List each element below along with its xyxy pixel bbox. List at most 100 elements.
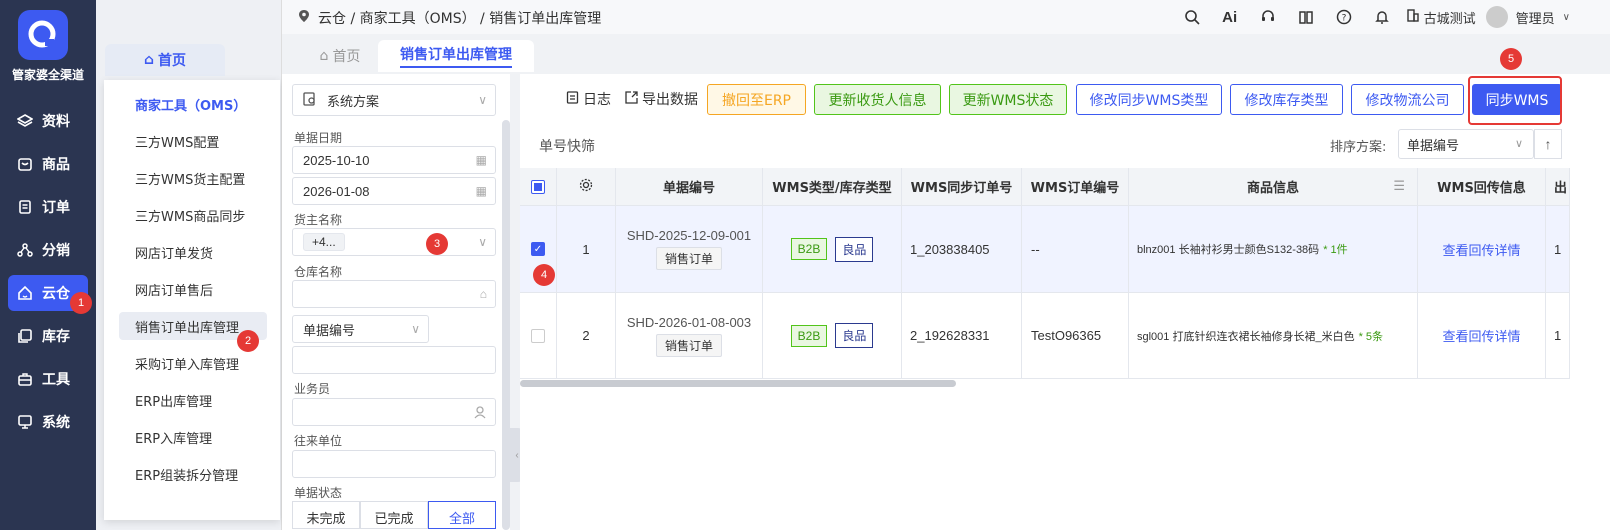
step-marker: 5 <box>1500 48 1522 70</box>
wms-no-cell: TestO96365 <box>1022 293 1129 379</box>
update-consignee-button[interactable]: 更新收货人信息 <box>814 84 941 115</box>
doc-no: SHD-2026-01-08-003 <box>626 314 752 330</box>
filter-scheme-select[interactable]: 系统方案 ∨ <box>292 84 496 116</box>
view-feedback-link[interactable]: 查看回传详情 <box>1442 240 1520 259</box>
tab-home[interactable]: ⌂ 首页 <box>300 40 380 72</box>
col-wms-order-no[interactable]: WMS订单编号 <box>1022 168 1129 206</box>
col-wms-type[interactable]: WMS类型/库存类型 <box>763 168 902 206</box>
col-wms-sync-no[interactable]: WMS同步订单号 <box>902 168 1022 206</box>
nav-item-distribution[interactable]: 分销 <box>8 232 88 268</box>
export-link[interactable]: 导出数据 <box>625 89 698 109</box>
user-menu[interactable]: 管理员 ∨ <box>1476 6 1570 28</box>
col-out[interactable]: 出 <box>1546 168 1570 206</box>
status-option-unfinished[interactable]: 未完成 <box>292 501 360 529</box>
header-select-all[interactable] <box>520 168 557 206</box>
store-switch[interactable]: 古城测试 <box>1406 8 1476 27</box>
submenu-item-wms-goods[interactable]: 三方WMS商品同步 <box>119 201 267 229</box>
select-all-checkbox[interactable] <box>531 179 545 194</box>
submenu-item-shop-ship[interactable]: 网店订单发货 <box>119 238 267 266</box>
nav-item-system[interactable]: 系统 <box>8 404 88 440</box>
help-icon[interactable]: ? <box>1332 5 1356 29</box>
col-doc-no[interactable]: 单据编号 <box>616 168 763 206</box>
filter-scrollbar[interactable] <box>502 120 510 530</box>
bell-icon[interactable] <box>1370 5 1394 29</box>
date-from-input[interactable]: 2025-10-10 ▦ <box>292 146 496 174</box>
row-index: 1 <box>557 206 616 293</box>
submenu-home-tab[interactable]: ⌂ 首页 <box>105 44 225 76</box>
nav-item-data[interactable]: 资料 <box>8 103 88 139</box>
stack-icon <box>16 327 34 345</box>
col-goods-info[interactable]: 商品信息 ☰ <box>1129 168 1418 206</box>
log-link[interactable]: 日志 <box>566 89 611 109</box>
goods-qty: * 5条 <box>1358 330 1384 343</box>
tab-sales-outbound[interactable]: 销售订单出库管理 <box>378 40 534 72</box>
doc-no-input[interactable] <box>292 346 496 374</box>
monitor-icon <box>16 413 34 431</box>
arrow-up-icon: ↑ <box>1544 136 1552 152</box>
goods-qty: * 1件 <box>1323 244 1348 256</box>
step-marker: 4 <box>533 264 555 286</box>
row-checkbox[interactable] <box>531 328 545 343</box>
status-option-finished[interactable]: 已完成 <box>360 501 428 529</box>
view-feedback-link[interactable]: 查看回传详情 <box>1442 326 1520 345</box>
submenu-item-wms-owner[interactable]: 三方WMS货主配置 <box>119 164 267 192</box>
doc-no-cell[interactable]: SHD-2025-12-09-001 销售订单 <box>616 206 763 293</box>
sort-select[interactable]: 单据编号 ∨ <box>1398 129 1534 159</box>
revert-erp-button[interactable]: 撤回至ERP <box>707 84 806 115</box>
staff-select[interactable] <box>292 398 496 426</box>
doc-field-select[interactable]: 单据编号 ∨ <box>292 315 429 343</box>
nav-item-goods[interactable]: 商品 <box>8 146 88 182</box>
submenu-item-erp-assembly[interactable]: ERP组装拆分管理 <box>119 460 267 488</box>
nav-label: 云仓 <box>42 286 70 302</box>
book-icon[interactable] <box>1294 5 1318 29</box>
status-option-all[interactable]: 全部 <box>428 501 496 529</box>
owner-label: 货主名称 <box>294 213 343 227</box>
submenu-item-erp-outbound[interactable]: ERP出库管理 <box>119 386 267 414</box>
wms-type-badge: B2B <box>790 324 828 347</box>
goods-cell: sgl001 打底针织连衣裙长袖修身长裙_米白色 * 5条 <box>1129 293 1418 379</box>
column-settings[interactable] <box>557 168 616 206</box>
nav-label: 库存 <box>42 329 70 345</box>
row-checkbox-cell[interactable] <box>520 293 557 379</box>
location-pin-icon <box>298 9 310 27</box>
submenu-item-wms-config[interactable]: 三方WMS配置 <box>119 127 267 155</box>
modify-stock-type-button[interactable]: 修改库存类型 <box>1230 84 1343 115</box>
submenu-item-erp-inbound[interactable]: ERP入库管理 <box>119 423 267 451</box>
export-icon <box>625 90 638 108</box>
export-label: 导出数据 <box>642 92 698 108</box>
clipboard-icon <box>566 90 579 108</box>
staff-label: 业务员 <box>294 382 331 396</box>
sync-no-cell: 1_203838405 <box>902 206 1022 293</box>
doc-no-cell[interactable]: SHD-2026-01-08-003 销售订单 <box>616 293 763 379</box>
gear-icon <box>579 178 593 196</box>
modify-logistics-button[interactable]: 修改物流公司 <box>1351 84 1464 115</box>
nav-item-orders[interactable]: 订单 <box>8 189 88 225</box>
headset-icon[interactable] <box>1256 5 1280 29</box>
search-icon[interactable] <box>1180 5 1204 29</box>
submenu-item-purchase-inbound[interactable]: 采购订单入库管理 <box>119 349 267 377</box>
date-to-input[interactable]: 2026-01-08 ▦ <box>292 177 496 205</box>
nav-item-inventory[interactable]: 库存 <box>8 318 88 354</box>
partner-input[interactable] <box>292 450 496 478</box>
ai-icon[interactable]: Ai <box>1218 5 1242 29</box>
col-wms-feedback[interactable]: WMS回传信息 <box>1418 168 1546 206</box>
submenu-item-oms[interactable]: 商家工具（OMS） <box>119 90 267 118</box>
submenu-item-shop-aftersale[interactable]: 网店订单售后 <box>119 275 267 303</box>
step-marker: 1 <box>70 292 92 314</box>
table-horizontal-scrollbar[interactable] <box>520 380 956 387</box>
update-wms-status-button[interactable]: 更新WMS状态 <box>949 84 1067 115</box>
modify-sync-wms-type-button[interactable]: 修改同步WMS类型 <box>1076 84 1222 115</box>
wms-type-cell: B2B 良品 <box>763 293 902 379</box>
sort-direction-button[interactable]: ↑ <box>1534 129 1562 159</box>
menu-icon[interactable]: ☰ <box>1393 179 1405 194</box>
row-checkbox[interactable]: ✓ <box>531 242 545 256</box>
layers-icon <box>16 112 34 130</box>
owner-select[interactable]: +4... ∨ <box>292 228 496 256</box>
nav-item-tools[interactable]: 工具 <box>8 361 88 397</box>
breadcrumb-text: 云仓 / 商家工具（OMS） / 销售订单出库管理 <box>318 11 602 27</box>
wms-type-cell: B2B 良品 <box>763 206 902 293</box>
highlight-box <box>1468 76 1562 125</box>
quick-filter-label[interactable]: 单号快筛 <box>539 136 595 156</box>
shop-icon <box>16 155 34 173</box>
warehouse-select[interactable]: ⌂ <box>292 280 496 308</box>
